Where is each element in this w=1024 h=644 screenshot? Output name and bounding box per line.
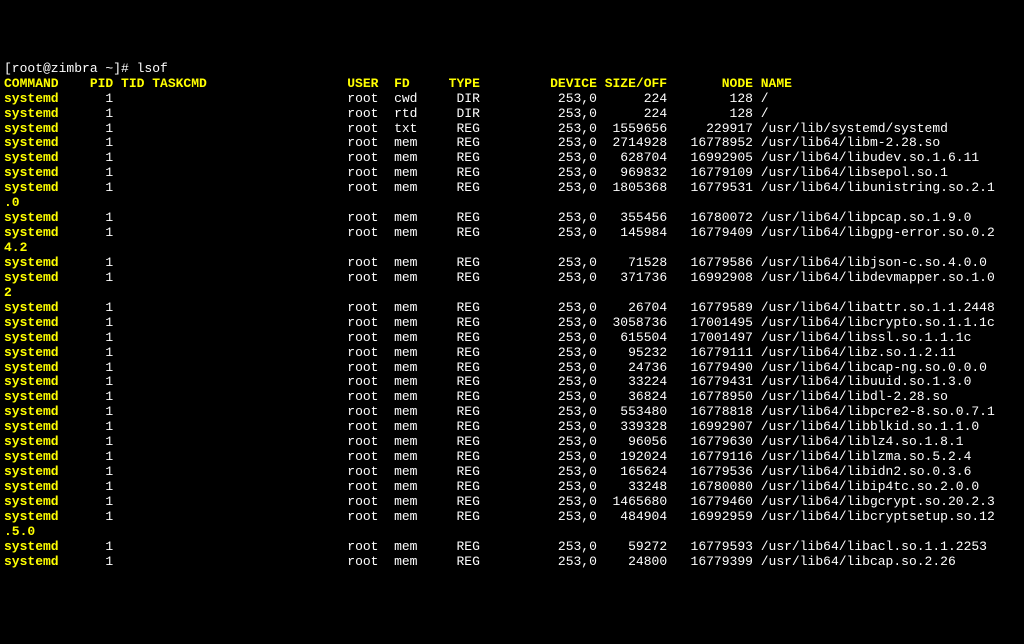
lsof-row: systemd 1 root mem REG 253,0 33224 16779… bbox=[4, 375, 1020, 390]
lsof-row: systemd 1 root mem REG 253,0 615504 1700… bbox=[4, 331, 1020, 346]
lsof-row-wrap: 2 bbox=[4, 286, 1020, 301]
lsof-row: systemd 1 root mem REG 253,0 24736 16779… bbox=[4, 361, 1020, 376]
lsof-row: systemd 1 root mem REG 253,0 371736 1699… bbox=[4, 271, 1020, 286]
lsof-row: systemd 1 root mem REG 253,0 628704 1699… bbox=[4, 151, 1020, 166]
lsof-row: systemd 1 root mem REG 253,0 145984 1677… bbox=[4, 226, 1020, 241]
lsof-rows: systemd 1 root cwd DIR 253,0 224 128 /sy… bbox=[4, 92, 1020, 570]
command-text: lsof bbox=[137, 61, 168, 76]
lsof-row: systemd 1 root txt REG 253,0 1559656 229… bbox=[4, 122, 1020, 137]
lsof-row: systemd 1 root mem REG 253,0 36824 16778… bbox=[4, 390, 1020, 405]
lsof-row: systemd 1 root mem REG 253,0 96056 16779… bbox=[4, 435, 1020, 450]
lsof-row: systemd 1 root mem REG 253,0 339328 1699… bbox=[4, 420, 1020, 435]
lsof-row: systemd 1 root cwd DIR 253,0 224 128 / bbox=[4, 92, 1020, 107]
lsof-row: systemd 1 root mem REG 253,0 1805368 167… bbox=[4, 181, 1020, 196]
shell-prompt: [root@zimbra ~]# bbox=[4, 61, 137, 76]
lsof-row: systemd 1 root mem REG 253,0 355456 1678… bbox=[4, 211, 1020, 226]
lsof-row: systemd 1 root rtd DIR 253,0 224 128 / bbox=[4, 107, 1020, 122]
lsof-row: systemd 1 root mem REG 253,0 33248 16780… bbox=[4, 480, 1020, 495]
lsof-row: systemd 1 root mem REG 253,0 553480 1677… bbox=[4, 405, 1020, 420]
terminal-output: [root@zimbra ~]# lsof COMMAND PID TID TA… bbox=[4, 62, 1020, 570]
lsof-row: systemd 1 root mem REG 253,0 24800 16779… bbox=[4, 555, 1020, 570]
lsof-row: systemd 1 root mem REG 253,0 165624 1677… bbox=[4, 465, 1020, 480]
lsof-row: systemd 1 root mem REG 253,0 484904 1699… bbox=[4, 510, 1020, 525]
lsof-row: systemd 1 root mem REG 253,0 59272 16779… bbox=[4, 540, 1020, 555]
lsof-row: systemd 1 root mem REG 253,0 969832 1677… bbox=[4, 166, 1020, 181]
lsof-row: systemd 1 root mem REG 253,0 1465680 167… bbox=[4, 495, 1020, 510]
lsof-row-wrap: .5.0 bbox=[4, 525, 1020, 540]
lsof-row: systemd 1 root mem REG 253,0 192024 1677… bbox=[4, 450, 1020, 465]
lsof-row: systemd 1 root mem REG 253,0 26704 16779… bbox=[4, 301, 1020, 316]
lsof-row: systemd 1 root mem REG 253,0 2714928 167… bbox=[4, 136, 1020, 151]
lsof-row-wrap: 4.2 bbox=[4, 241, 1020, 256]
lsof-header: COMMAND PID TID TASKCMD USER FD TYPE DEV… bbox=[4, 76, 792, 91]
lsof-row: systemd 1 root mem REG 253,0 95232 16779… bbox=[4, 346, 1020, 361]
lsof-row: systemd 1 root mem REG 253,0 3058736 170… bbox=[4, 316, 1020, 331]
lsof-row: systemd 1 root mem REG 253,0 71528 16779… bbox=[4, 256, 1020, 271]
lsof-row-wrap: .0 bbox=[4, 196, 1020, 211]
